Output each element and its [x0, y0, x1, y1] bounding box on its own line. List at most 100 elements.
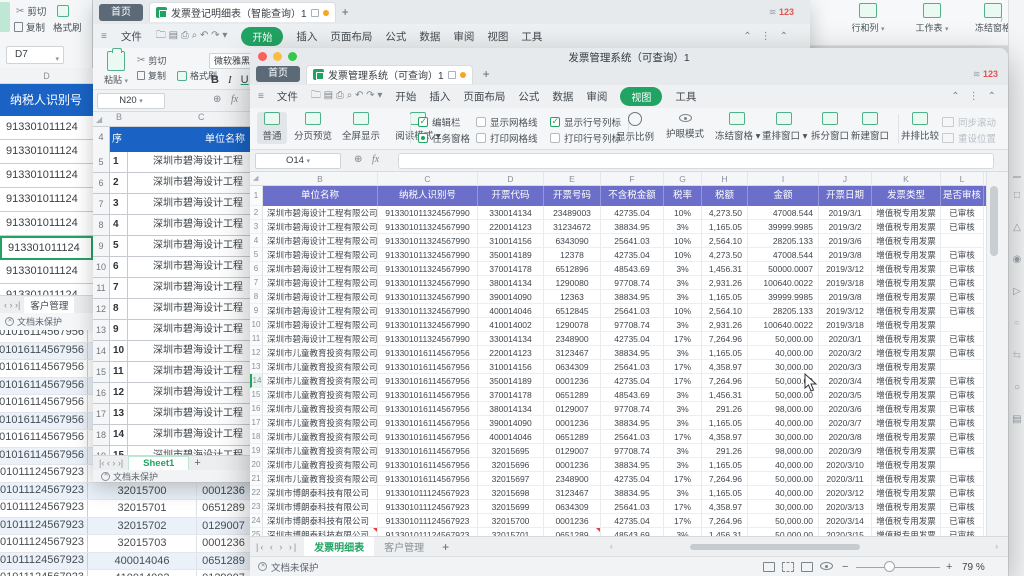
- table-row[interactable]: 913301011124: [0, 116, 93, 140]
- menu-tab-工具[interactable]: 工具: [521, 29, 542, 44]
- cell[interactable]: 913301011324567990: [378, 332, 478, 346]
- cell[interactable]: 深圳市儿童教育投资有限公司: [263, 458, 378, 472]
- cell[interactable]: 0129007: [544, 402, 601, 416]
- cell[interactable]: 390014090: [478, 416, 544, 430]
- cell[interactable]: 25641.03: [601, 304, 664, 318]
- table-row[interactable]: 913301011124: [0, 188, 93, 212]
- row-number[interactable]: 5: [250, 248, 263, 262]
- cell[interactable]: 增值税专用发票: [872, 318, 941, 332]
- cell[interactable]: 913301016114567956: [378, 444, 478, 458]
- cell[interactable]: 深圳市儿童教育投资有限公司: [263, 360, 378, 374]
- cell[interactable]: [941, 458, 984, 472]
- table-row[interactable]: 301011124567923 32015703 0001236: [0, 535, 250, 553]
- table-row[interactable]: 913301011124: [0, 140, 93, 164]
- cell[interactable]: 深圳市碧海设计工程: [128, 278, 243, 298]
- cell[interactable]: 深圳市碧海设计工程: [128, 320, 243, 340]
- cell[interactable]: 3%: [664, 276, 702, 290]
- header-row[interactable]: 1 单位名称 纳税人识别号 开票代码 开票号码 不含税金额 税率 税额 金额 开票日期 发票类型是…: [250, 186, 986, 206]
- table-row[interactable]: 913301011124: [0, 212, 93, 236]
- cell[interactable]: 17%: [664, 374, 702, 388]
- pin-icon[interactable]: [310, 8, 319, 17]
- cell[interactable]: 42735.04: [601, 472, 664, 486]
- window-controls[interactable]: ⌃ ⋮ ⌃: [743, 31, 788, 42]
- table-row[interactable]: 4 深圳市碧海设计工程有限公司 913301011324567990 31001415…: [250, 234, 986, 248]
- paste-button[interactable]: 粘贴 ▾: [101, 48, 131, 86]
- cell[interactable]: 40,000.00: [748, 486, 819, 500]
- cell[interactable]: 10: [110, 341, 128, 361]
- sheet-tab[interactable]: 客户管理: [24, 296, 75, 313]
- cell[interactable]: 0129007: [197, 570, 250, 576]
- cell[interactable]: 深圳市碧海设计工程有限公司: [263, 332, 378, 346]
- checkbox-任务窗格[interactable]: 任务窗格: [418, 131, 470, 145]
- cell[interactable]: 3%: [664, 458, 702, 472]
- cell[interactable]: 913301011124567923: [378, 500, 478, 514]
- cell[interactable]: 已审核: [941, 220, 984, 234]
- cell[interactable]: 已审核: [941, 276, 984, 290]
- cell[interactable]: 12378: [544, 248, 601, 262]
- window-controls[interactable]: ⌃ ⋮ ⌃: [951, 91, 996, 102]
- scroll-thumb[interactable]: [690, 544, 860, 550]
- zoom-formula-icon[interactable]: ⊕: [354, 154, 362, 165]
- row-number[interactable]: 12: [93, 299, 110, 319]
- cell[interactable]: 增值税专用发票: [872, 528, 941, 536]
- cell[interactable]: 已审核: [941, 430, 984, 444]
- cursor-icon[interactable]: ▷: [1009, 286, 1024, 297]
- cell[interactable]: 913301011324567990: [378, 276, 478, 290]
- cell[interactable]: 98,000.00: [748, 402, 819, 416]
- cell[interactable]: 32015698: [478, 486, 544, 500]
- cell[interactable]: 已审核: [941, 444, 984, 458]
- cell[interactable]: 291.26: [702, 444, 748, 458]
- cell[interactable]: 7,264.96: [702, 514, 748, 528]
- cell[interactable]: [941, 318, 984, 332]
- cell[interactable]: 深圳市儿童教育投资有限公司: [263, 472, 378, 486]
- cell[interactable]: 2,564.10: [702, 234, 748, 248]
- cell[interactable]: 330014134: [478, 332, 544, 346]
- checkbox-icon[interactable]: [476, 117, 486, 127]
- row-number[interactable]: 14: [250, 374, 263, 388]
- cell[interactable]: 0129007: [197, 518, 250, 535]
- cell[interactable]: 2020/3/7: [819, 416, 872, 430]
- cell[interactable]: 12: [110, 383, 128, 403]
- menu-tab-视图[interactable]: 视图: [620, 87, 663, 106]
- column-letter-G[interactable]: G: [664, 172, 702, 186]
- zoom-slider-thumb[interactable]: [884, 561, 895, 572]
- cell[interactable]: 50000.0007: [748, 262, 819, 276]
- sheet-tab[interactable]: 客户管理: [374, 537, 434, 556]
- page-break-view-icon[interactable]: [782, 562, 794, 572]
- hamburger-icon[interactable]: ≡: [258, 91, 264, 102]
- cell[interactable]: 深圳市碧海设计工程有限公司: [263, 318, 378, 332]
- copy-button[interactable]: 复制 格式刷: [14, 20, 82, 34]
- record-icon[interactable]: ◉: [1009, 254, 1024, 265]
- cell[interactable]: 2020/3/8: [819, 430, 872, 444]
- cell[interactable]: 1,456.31: [702, 262, 748, 276]
- row-number[interactable]: 5: [93, 152, 110, 172]
- cell[interactable]: 已审核: [941, 374, 984, 388]
- cell[interactable]: 1,165.05: [702, 416, 748, 430]
- cell[interactable]: 深圳市碧海设计工程有限公司: [263, 248, 378, 262]
- cell[interactable]: 深圳市儿童教育投资有限公司: [263, 416, 378, 430]
- sheet-tab[interactable]: Sheet1: [128, 455, 190, 471]
- cell[interactable]: 深圳市碧海设计工程: [128, 257, 243, 277]
- cell[interactable]: 0001236: [544, 458, 601, 472]
- cell[interactable]: 913301016114567956: [378, 402, 478, 416]
- cell[interactable]: 深圳市儿童教育投资有限公司: [263, 430, 378, 444]
- cell[interactable]: 400014046: [478, 430, 544, 444]
- cell[interactable]: 增值税专用发票: [872, 220, 941, 234]
- cell[interactable]: 42735.04: [601, 248, 664, 262]
- cell[interactable]: 0129007: [544, 444, 601, 458]
- menu-tab-页面布局[interactable]: 页面布局: [330, 29, 372, 44]
- header-cell[interactable]: 是否审核: [941, 186, 984, 206]
- cell[interactable]: 增值税专用发票: [872, 514, 941, 528]
- cell[interactable]: 0001236: [197, 483, 250, 500]
- cell[interactable]: 220014123: [478, 220, 544, 234]
- hamburger-icon[interactable]: ≡: [101, 31, 107, 42]
- column-letter-E[interactable]: E: [544, 172, 601, 186]
- horizontal-scrollbar[interactable]: ‹ ›: [610, 542, 998, 551]
- cell[interactable]: 28205.133: [748, 234, 819, 248]
- checkbox-icon[interactable]: [476, 133, 486, 143]
- cell[interactable]: 913301016114567956: [378, 388, 478, 402]
- new-tab-button[interactable]: +: [342, 5, 349, 19]
- cell[interactable]: 291.26: [702, 402, 748, 416]
- cell[interactable]: 2019/3/1: [819, 206, 872, 220]
- column-letter[interactable]: D: [0, 68, 93, 84]
